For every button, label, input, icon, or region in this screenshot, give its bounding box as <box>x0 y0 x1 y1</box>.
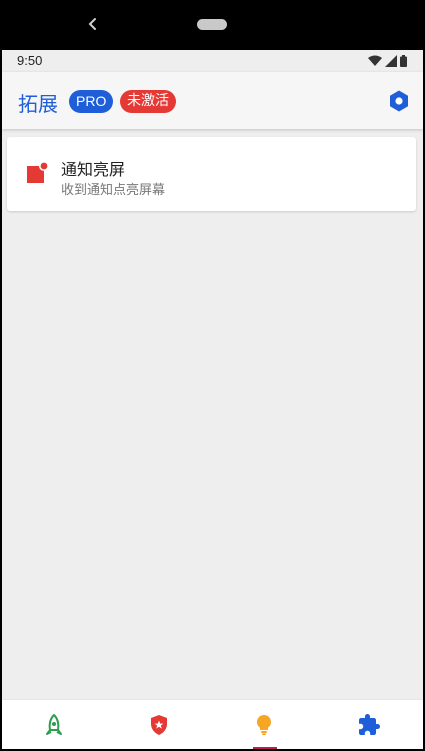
signal-icon <box>385 55 397 67</box>
phone-screen: 9:50 拓展 PRO 未激活 通知亮屏 收到通知点亮屏幕 <box>2 50 423 751</box>
extension-card-notification-wake[interactable]: 通知亮屏 收到通知点亮屏幕 <box>7 137 416 211</box>
status-icons <box>368 55 407 67</box>
nav-tab-ideas[interactable] <box>212 700 317 750</box>
settings-hexagon-icon[interactable] <box>387 89 411 113</box>
wifi-icon <box>368 55 382 66</box>
notification-dot-icon <box>27 161 49 183</box>
pro-badge[interactable]: PRO <box>69 90 114 113</box>
system-navigation-bar <box>0 0 425 50</box>
lightbulb-icon <box>257 715 271 735</box>
nav-tab-shield[interactable] <box>107 700 212 750</box>
bottom-navigation <box>2 699 423 750</box>
battery-icon <box>400 55 407 67</box>
activation-status-badge[interactable]: 未激活 <box>120 90 176 113</box>
extension-title: 通知亮屏 <box>61 160 126 179</box>
app-bar: 拓展 PRO 未激活 <box>2 72 423 129</box>
back-icon[interactable] <box>86 14 100 34</box>
extension-subtitle: 收到通知点亮屏幕 <box>61 183 166 198</box>
home-pill-button[interactable] <box>197 19 227 30</box>
nav-tab-extensions[interactable] <box>317 700 422 750</box>
status-bar: 9:50 <box>2 50 423 72</box>
rocket-icon <box>46 714 62 735</box>
puzzle-icon <box>359 714 380 735</box>
shield-star-icon <box>151 715 167 735</box>
page-title: 拓展 <box>18 92 58 116</box>
status-time: 9:50 <box>17 53 43 68</box>
nav-tab-rocket[interactable] <box>2 700 107 750</box>
